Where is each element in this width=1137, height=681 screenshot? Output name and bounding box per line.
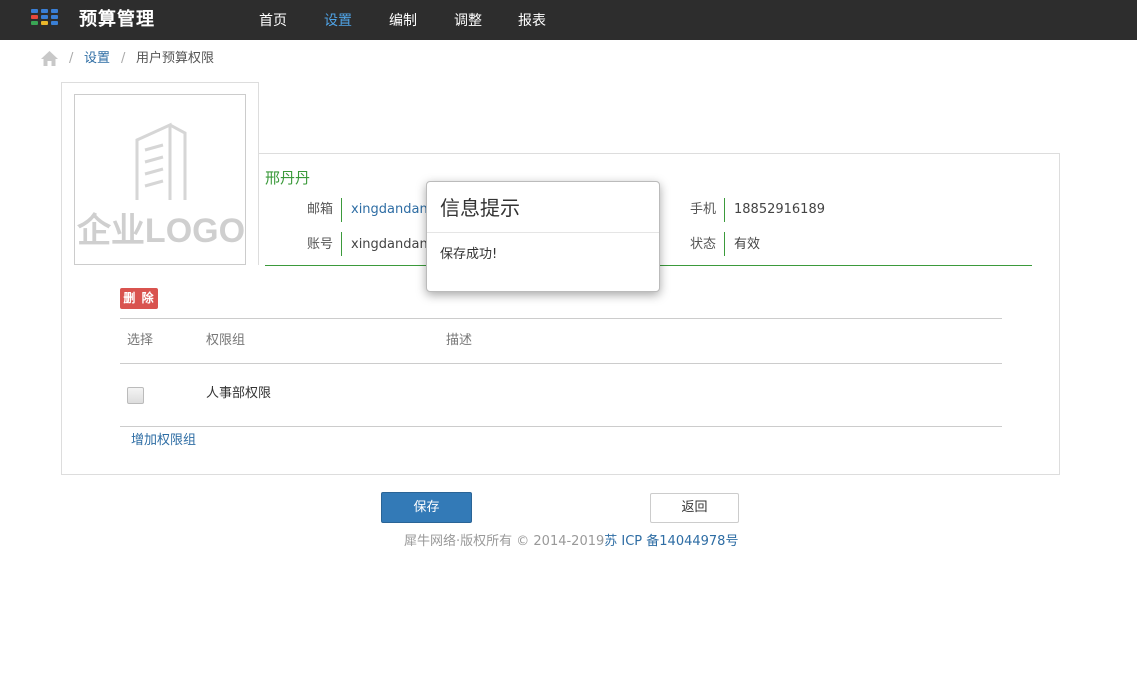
dialog-message: 保存成功! bbox=[440, 247, 498, 262]
breadcrumb-current: 用户预算权限 bbox=[136, 51, 215, 66]
footer-icp-link[interactable]: 苏 ICP 备14044978号 bbox=[604, 534, 738, 549]
nav-item-compile[interactable]: 编制 bbox=[389, 12, 417, 30]
row-checkbox[interactable] bbox=[127, 387, 144, 404]
footer: 犀牛网络·版权所有 © 2014-2019苏 ICP 备14044978号 bbox=[404, 534, 738, 550]
info-dialog: 信息提示 保存成功! bbox=[426, 181, 660, 292]
breadcrumb-separator: / bbox=[121, 51, 126, 66]
breadcrumb-settings-link[interactable]: 设置 bbox=[84, 50, 110, 68]
logo-text: 企业LOGO bbox=[77, 211, 245, 250]
nav-item-settings[interactable]: 设置 bbox=[324, 12, 352, 30]
table-top-border bbox=[120, 318, 1002, 319]
delete-button[interactable]: 删 除 bbox=[120, 288, 158, 309]
info-divider bbox=[341, 198, 342, 222]
nav-item-home[interactable]: 首页 bbox=[259, 12, 287, 30]
info-divider bbox=[724, 232, 725, 256]
info-divider bbox=[724, 198, 725, 222]
nav-item-adjust[interactable]: 调整 bbox=[454, 12, 482, 30]
save-button[interactable]: 保存 bbox=[381, 492, 472, 523]
dialog-title: 信息提示 bbox=[440, 196, 520, 220]
account-label: 账号 bbox=[307, 237, 334, 252]
account-value: xingdandan bbox=[351, 237, 428, 252]
top-navbar: 预算管理 首页 设置 编制 调整 报表 bbox=[0, 0, 1137, 40]
nav-item-reports[interactable]: 报表 bbox=[518, 12, 546, 30]
info-divider bbox=[341, 232, 342, 256]
phone-label: 手机 bbox=[690, 202, 717, 217]
status-label: 状态 bbox=[690, 237, 717, 252]
table-bottom-border bbox=[120, 426, 1002, 427]
permission-group-name: 人事部权限 bbox=[206, 386, 272, 401]
table-header-border bbox=[120, 363, 1002, 364]
company-logo: 企业LOGO bbox=[74, 94, 246, 265]
building-icon: 企业LOGO bbox=[77, 122, 245, 250]
user-name: 邢丹丹 bbox=[265, 169, 311, 187]
column-header-select: 选择 bbox=[127, 333, 154, 348]
footer-copyright: 犀牛网络·版权所有 © 2014-2019 bbox=[404, 534, 605, 549]
app-brand[interactable]: 预算管理 bbox=[79, 9, 155, 31]
column-header-description: 描述 bbox=[446, 333, 473, 348]
status-value: 有效 bbox=[734, 237, 761, 252]
breadcrumb-separator: / bbox=[69, 51, 74, 66]
back-button[interactable]: 返回 bbox=[650, 493, 739, 523]
dialog-divider bbox=[427, 232, 659, 233]
app-logo-icon bbox=[31, 9, 65, 27]
email-label: 邮箱 bbox=[307, 202, 334, 217]
column-header-group: 权限组 bbox=[206, 333, 246, 348]
add-permission-group-link[interactable]: 增加权限组 bbox=[131, 433, 196, 449]
phone-value: 18852916189 bbox=[734, 202, 825, 217]
home-icon[interactable] bbox=[40, 50, 59, 67]
